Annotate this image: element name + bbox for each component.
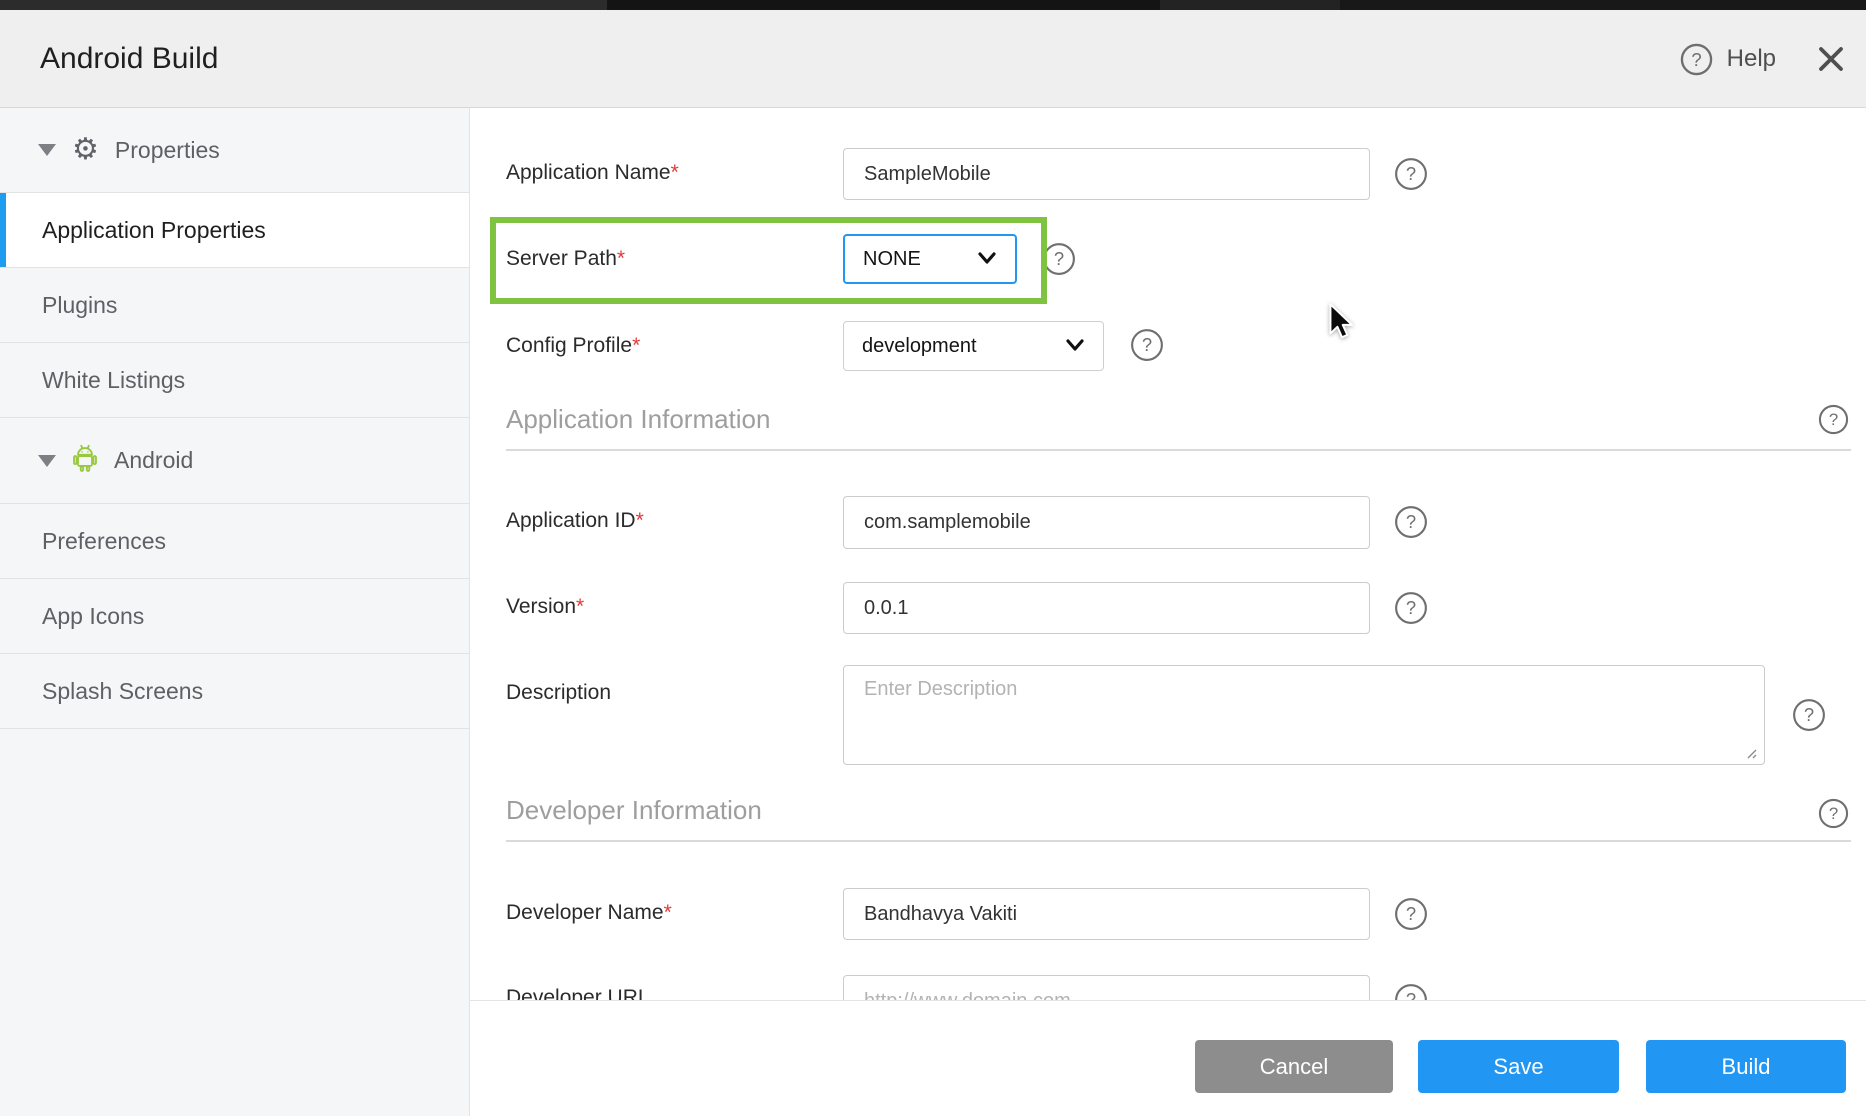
build-button[interactable]: Build	[1646, 1040, 1846, 1093]
cancel-button[interactable]: Cancel	[1195, 1040, 1393, 1093]
config-profile-label: Config Profile*	[506, 334, 640, 358]
svg-text:?: ?	[1142, 334, 1152, 355]
section-divider	[506, 840, 1851, 842]
config-profile-select[interactable]: development	[843, 321, 1104, 371]
page-title: Android Build	[40, 10, 218, 108]
sidebar-group-android[interactable]: Android	[0, 418, 469, 504]
sidebar: ⚙ Properties Application Properties Plug…	[0, 108, 470, 1116]
chevron-down-icon	[38, 455, 56, 467]
developer-information-help-icon[interactable]: ?	[1818, 798, 1849, 834]
sidebar-item-label: Preferences	[42, 528, 166, 555]
server-path-help-icon[interactable]: ?	[1042, 242, 1076, 281]
version-help-icon[interactable]: ?	[1394, 591, 1428, 630]
description-help-icon[interactable]: ?	[1792, 698, 1826, 737]
application-id-help-icon[interactable]: ?	[1394, 505, 1428, 544]
chevron-down-icon	[38, 144, 56, 156]
version-input[interactable]	[843, 582, 1370, 634]
sidebar-item-label: Application Properties	[42, 217, 266, 244]
save-button[interactable]: Save	[1418, 1040, 1619, 1093]
application-information-help-icon[interactable]: ?	[1818, 404, 1849, 440]
chevron-down-icon	[977, 248, 997, 271]
server-path-label: Server Path*	[506, 247, 625, 271]
application-name-help-icon[interactable]: ?	[1394, 157, 1428, 196]
svg-text:?: ?	[1406, 903, 1416, 924]
svg-text:?: ?	[1804, 704, 1814, 725]
sidebar-item-label: White Listings	[42, 367, 185, 394]
sidebar-item-application-properties[interactable]: Application Properties	[0, 193, 469, 268]
close-icon[interactable]	[1816, 44, 1846, 74]
svg-text:?: ?	[1406, 511, 1416, 532]
mouse-cursor	[1327, 303, 1355, 344]
application-id-input[interactable]	[843, 496, 1370, 549]
section-divider	[506, 449, 1851, 451]
developer-name-input[interactable]	[843, 888, 1370, 940]
description-label: Description	[506, 681, 611, 705]
chevron-down-icon	[1065, 335, 1085, 358]
window-chrome-strip	[0, 0, 1866, 10]
svg-text:?: ?	[1829, 410, 1838, 429]
sidebar-group-label: Properties	[115, 137, 220, 164]
svg-text:?: ?	[1829, 804, 1838, 823]
dialog-footer: Cancel Save Build	[470, 1000, 1866, 1116]
sidebar-item-app-icons[interactable]: App Icons	[0, 579, 469, 654]
sidebar-item-plugins[interactable]: Plugins	[0, 268, 469, 343]
developer-information-title: Developer Information	[506, 795, 762, 826]
sidebar-item-label: App Icons	[42, 603, 144, 630]
developer-name-label: Developer Name*	[506, 901, 672, 925]
gear-icon: ⚙	[72, 135, 99, 165]
application-information-title: Application Information	[506, 404, 770, 435]
dialog-header: Android Build ? Help	[0, 10, 1866, 108]
help-icon[interactable]: ?	[1680, 43, 1713, 76]
svg-text:?: ?	[1691, 48, 1701, 69]
android-build-dialog: Android Build ? Help ⚙ Properties Appl	[0, 0, 1866, 1116]
help-link[interactable]: Help	[1727, 45, 1776, 73]
sidebar-group-properties[interactable]: ⚙ Properties	[0, 108, 469, 193]
android-icon	[72, 444, 98, 478]
svg-text:?: ?	[1054, 248, 1064, 269]
sidebar-item-splash-screens[interactable]: Splash Screens	[0, 654, 469, 729]
config-profile-help-icon[interactable]: ?	[1130, 328, 1164, 367]
description-textarea[interactable]	[843, 665, 1765, 765]
sidebar-item-preferences[interactable]: Preferences	[0, 504, 469, 579]
sidebar-group-label: Android	[114, 447, 193, 474]
svg-text:?: ?	[1406, 597, 1416, 618]
version-label: Version*	[506, 595, 584, 619]
sidebar-item-label: Splash Screens	[42, 678, 203, 705]
server-path-select[interactable]: NONE	[843, 234, 1017, 284]
svg-text:?: ?	[1406, 163, 1416, 184]
application-name-label: Application Name*	[506, 161, 679, 185]
application-id-label: Application ID*	[506, 509, 644, 533]
developer-name-help-icon[interactable]: ?	[1394, 897, 1428, 936]
sidebar-item-label: Plugins	[42, 292, 117, 319]
sidebar-item-white-listings[interactable]: White Listings	[0, 343, 469, 418]
application-name-input[interactable]	[843, 148, 1370, 200]
